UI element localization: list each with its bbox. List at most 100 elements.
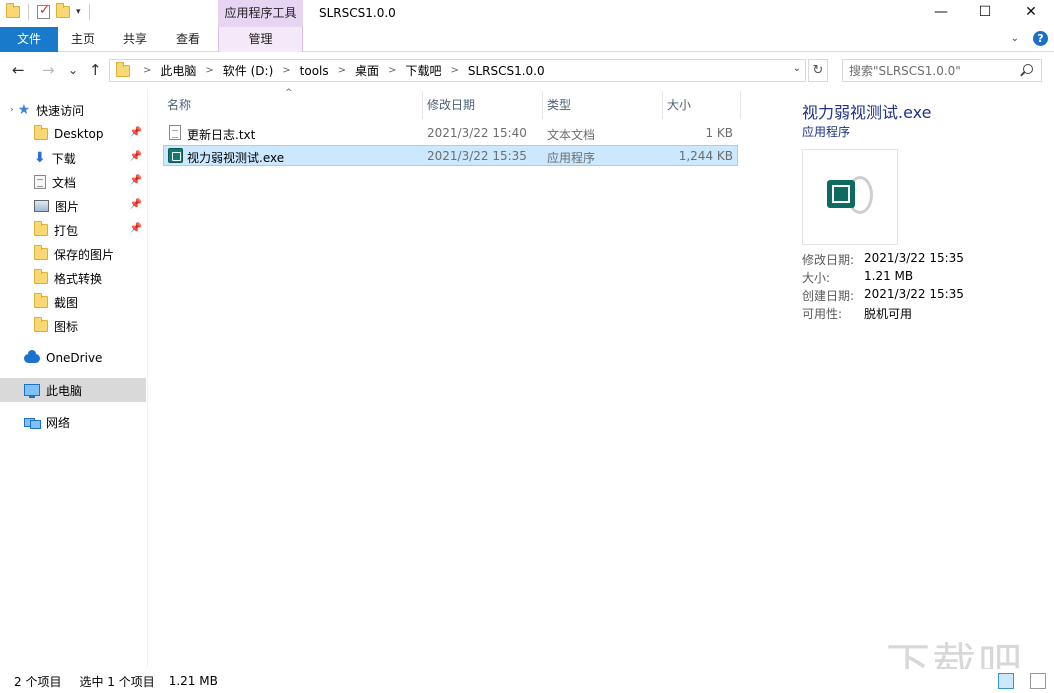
- nav-quick-access[interactable]: › ★ 快速访问: [0, 98, 146, 122]
- nav-item-downloads[interactable]: ⬇ 下载 📌: [0, 146, 146, 170]
- address-dropdown-icon[interactable]: ⌄: [793, 63, 801, 74]
- chevron-right-icon[interactable]: >: [282, 65, 290, 76]
- chevron-right-icon[interactable]: >: [205, 65, 213, 76]
- property-row: 创建日期: 2021/3/22 15:35: [802, 287, 964, 305]
- status-item-count: 2 个项目: [14, 674, 62, 689]
- folder-icon[interactable]: [6, 3, 20, 18]
- large-icons-view-button[interactable]: [1030, 673, 1046, 689]
- property-row: 可用性: 脱机可用: [802, 305, 964, 323]
- toolbar-divider: [88, 4, 90, 20]
- column-header-type[interactable]: 类型: [543, 91, 663, 119]
- file-date: 2021/3/22 15:40: [427, 126, 527, 140]
- tab-manage[interactable]: 管理: [218, 27, 303, 52]
- chevron-right-icon[interactable]: >: [143, 65, 151, 76]
- help-icon[interactable]: ?: [1033, 31, 1048, 46]
- crumb-this-pc[interactable]: 此电脑: [160, 62, 196, 79]
- property-label: 大小:: [802, 271, 831, 285]
- maximize-button[interactable]: ☐: [962, 0, 1008, 27]
- network-icon: [24, 416, 41, 429]
- back-button[interactable]: ←: [12, 61, 25, 79]
- nav-item-format-convert[interactable]: 格式转换: [0, 266, 146, 290]
- nav-item-dabao[interactable]: 打包 📌: [0, 218, 146, 242]
- file-row-selected[interactable]: 视力弱视测试.exe 2021/3/22 15:35 应用程序 1,244 KB: [163, 145, 738, 166]
- search-input[interactable]: [843, 60, 1013, 81]
- column-header-name[interactable]: 名称: [163, 91, 423, 119]
- nav-label: 网络: [46, 415, 71, 430]
- nav-item-saved-pictures[interactable]: 保存的图片: [0, 242, 146, 266]
- title-bar: ▾ 应用程序工具 SLRSCS1.0.0 — ☐ ✕: [0, 0, 1054, 27]
- crumb-desktop[interactable]: 桌面: [355, 62, 379, 79]
- properties-icon[interactable]: [37, 3, 50, 19]
- nav-onedrive[interactable]: OneDrive: [0, 346, 146, 370]
- up-button[interactable]: ↑: [89, 61, 102, 79]
- pin-icon[interactable]: 📌: [130, 199, 142, 210]
- context-tab-app-tools: 应用程序工具: [218, 0, 303, 27]
- column-header-date[interactable]: 修改日期: [423, 91, 543, 119]
- download-icon: ⬇: [34, 150, 46, 166]
- tab-share[interactable]: 共享: [114, 27, 156, 52]
- pin-icon[interactable]: 📌: [130, 175, 142, 186]
- recent-locations-button[interactable]: ⌄: [68, 63, 78, 77]
- ribbon-tabs: 文件 主页 共享 查看 管理 ⌄ ?: [0, 27, 1054, 52]
- pin-icon[interactable]: 📌: [130, 151, 142, 162]
- crumb-tools[interactable]: tools: [300, 64, 329, 78]
- text-file-icon: [169, 125, 181, 140]
- new-folder-icon[interactable]: [56, 3, 70, 18]
- pin-icon[interactable]: 📌: [130, 127, 142, 138]
- pin-icon[interactable]: 📌: [130, 223, 142, 234]
- file-type: 应用程序: [547, 151, 596, 165]
- nav-item-desktop[interactable]: Desktop 📌: [0, 122, 146, 146]
- window-title: SLRSCS1.0.0: [319, 6, 396, 20]
- expand-ribbon-icon[interactable]: ⌄: [1011, 33, 1019, 44]
- preview-subtitle: 应用程序: [802, 125, 851, 139]
- nav-label: 打包: [54, 223, 79, 238]
- app-logo-icon: [827, 174, 875, 222]
- nav-label: 下载: [51, 151, 76, 166]
- crumb-drive-d[interactable]: 软件 (D:): [223, 62, 273, 79]
- crumb-xiazaiba[interactable]: 下载吧: [405, 62, 441, 79]
- nav-item-pictures[interactable]: 图片 📌: [0, 194, 146, 218]
- nav-label: 格式转换: [54, 271, 103, 286]
- folder-icon: [34, 293, 48, 308]
- property-label: 修改日期:: [802, 253, 855, 267]
- forward-button[interactable]: →: [42, 61, 55, 79]
- tab-file[interactable]: 文件: [0, 27, 58, 52]
- close-button[interactable]: ✕: [1008, 0, 1054, 27]
- address-row: ← → ⌄ ↑ > 此电脑 > 软件 (D:) > tools > 桌面 > 下…: [0, 53, 1054, 88]
- status-bar: 2 个项目 选中 1 个项目 1.21 MB: [0, 669, 1054, 693]
- chevron-right-icon[interactable]: ›: [10, 105, 14, 115]
- cloud-icon: [24, 349, 40, 363]
- file-name: 更新日志.txt: [187, 128, 256, 142]
- nav-item-screenshots[interactable]: 截图: [0, 290, 146, 314]
- folder-icon: [34, 269, 48, 284]
- customize-toolbar-icon[interactable]: ▾: [76, 7, 81, 17]
- tab-view[interactable]: 查看: [167, 27, 209, 52]
- details-view-button[interactable]: [998, 673, 1014, 689]
- column-header-size[interactable]: 大小: [663, 91, 741, 119]
- nav-label: 文档: [52, 175, 77, 190]
- preview-thumbnail: [802, 149, 898, 245]
- property-value: 1.21 MB: [864, 269, 914, 283]
- minimize-button[interactable]: —: [918, 0, 964, 27]
- chevron-right-icon[interactable]: >: [388, 65, 396, 76]
- document-icon: [34, 175, 46, 189]
- nav-item-documents[interactable]: 文档 📌: [0, 170, 146, 194]
- chevron-right-icon[interactable]: >: [338, 65, 346, 76]
- property-value: 脱机可用: [864, 307, 913, 321]
- file-row[interactable]: 更新日志.txt 2021/3/22 15:40 文本文档 1 KB: [163, 123, 738, 144]
- file-size: 1 KB: [705, 126, 733, 140]
- nav-this-pc[interactable]: 此电脑: [0, 378, 146, 402]
- chevron-right-icon[interactable]: >: [450, 65, 458, 76]
- refresh-button[interactable]: ↻: [808, 59, 828, 82]
- address-bar[interactable]: > 此电脑 > 软件 (D:) > tools > 桌面 > 下载吧 > SLR…: [109, 59, 806, 82]
- nav-item-icons[interactable]: 图标: [0, 314, 146, 338]
- search-box[interactable]: [842, 59, 1042, 82]
- pictures-icon: [34, 200, 49, 212]
- tab-home[interactable]: 主页: [62, 27, 104, 52]
- file-name: 视力弱视测试.exe: [187, 151, 285, 165]
- file-size: 1,244 KB: [678, 149, 733, 163]
- nav-network[interactable]: 网络: [0, 410, 146, 434]
- nav-label: 保存的图片: [54, 247, 115, 262]
- crumb-current-folder[interactable]: SLRSCS1.0.0: [468, 64, 545, 78]
- search-icon[interactable]: [1023, 64, 1033, 74]
